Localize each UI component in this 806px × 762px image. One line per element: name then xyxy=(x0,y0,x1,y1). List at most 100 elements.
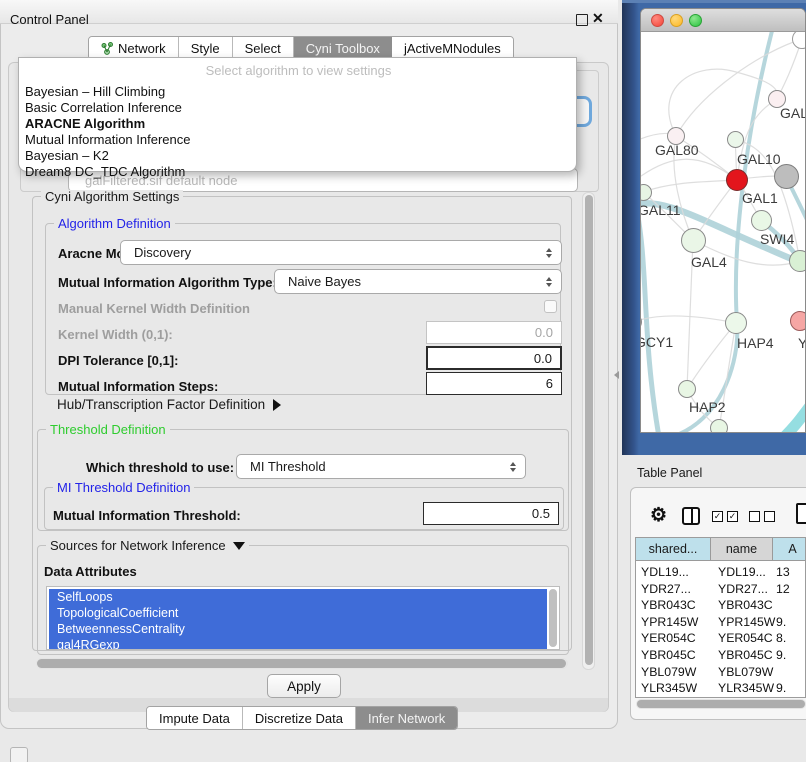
aracne-mode-value: Discovery xyxy=(121,245,541,260)
algorithm-option[interactable]: Dream8 DC_TDC Algorithm xyxy=(23,164,565,180)
apply-button[interactable]: Apply xyxy=(267,674,341,698)
threshold-definition-title: Threshold Definition xyxy=(46,422,170,437)
network-region-topline xyxy=(622,0,806,3)
tab-discretize-data[interactable]: Discretize Data xyxy=(243,707,356,729)
tab-select[interactable]: Select xyxy=(233,37,294,59)
algorithm-option[interactable]: Bayesian – Hill Climbing xyxy=(23,84,565,100)
split-columns-icon[interactable] xyxy=(682,507,700,525)
deselect-all-icon2[interactable] xyxy=(764,511,775,522)
column-header-1[interactable]: shared... xyxy=(636,538,711,561)
tab-impute-data[interactable]: Impute Data xyxy=(147,707,243,729)
manual-kernel-checkbox[interactable] xyxy=(544,300,557,313)
table-cell: YDL19... xyxy=(641,565,689,579)
deselect-all-icon[interactable] xyxy=(749,511,760,522)
cyni-algorithm-settings-title: Cyni Algorithm Settings xyxy=(41,190,183,204)
network-node[interactable] xyxy=(710,419,728,433)
network-node-gal1[interactable] xyxy=(726,169,748,191)
mi-threshold-group-title: MI Threshold Definition xyxy=(53,480,194,495)
algorithm-option[interactable]: Mutual Information Inference xyxy=(23,132,565,148)
attribute-item[interactable]: TopologicalCoefficient xyxy=(49,605,547,621)
kernel-width-field[interactable]: 0.0 xyxy=(426,321,562,344)
table-cell: YBR045C xyxy=(718,648,773,662)
table-cell: 13 xyxy=(776,565,790,579)
settings-vscrollbar-track[interactable] xyxy=(582,192,595,670)
algorithm-option[interactable]: Bayesian – K2 xyxy=(23,148,565,164)
node-table[interactable]: shared...nameAYDL19...YDL19...13YDR27...… xyxy=(635,537,806,698)
attribute-item[interactable]: SelfLoops xyxy=(49,589,547,605)
float-panel-icon[interactable] xyxy=(576,14,588,26)
network-node-label: GAL4 xyxy=(691,254,727,270)
hub-definition-section[interactable]: Hub/Transcription Factor Definition xyxy=(57,397,281,412)
gear-icon[interactable]: ⚙ xyxy=(650,504,667,527)
application-root: Control Panel ✕ NetworkStyleSelectCyni T… xyxy=(0,0,806,762)
minimized-panel-icon[interactable] xyxy=(10,747,28,762)
sources-group-title: Sources for Network Inference xyxy=(50,538,226,553)
tab-jactivemnodules[interactable]: jActiveMNodules xyxy=(392,37,513,59)
settings-vscrollbar-thumb[interactable] xyxy=(585,195,593,665)
table-hscrollbar-thumb[interactable] xyxy=(637,700,805,708)
algorithm-dropdown-list: Select algorithm to view settings Bayesi… xyxy=(18,57,577,172)
network-node-hap4[interactable] xyxy=(725,312,747,334)
new-table-icon[interactable] xyxy=(796,503,806,524)
sources-group-title-row[interactable]: Sources for Network Inference xyxy=(46,538,249,553)
aracne-mode-combo[interactable]: Discovery xyxy=(120,240,562,265)
settings-hscrollbar-track[interactable] xyxy=(36,658,568,669)
network-node-hap2[interactable] xyxy=(678,380,696,398)
table-panel-title: Table Panel xyxy=(637,466,702,480)
close-panel-icon[interactable]: ✕ xyxy=(592,10,604,27)
table-cell: 9. xyxy=(776,681,786,695)
attribute-item[interactable]: BetweennessCentrality xyxy=(49,621,547,637)
network-node[interactable] xyxy=(789,250,805,272)
network-region-shadow xyxy=(622,3,639,455)
attribute-item[interactable]: gal4RGexp xyxy=(49,637,547,650)
kernel-width-label: Kernel Width (0,1): xyxy=(58,327,173,342)
network-node-y[interactable] xyxy=(790,311,805,331)
zoom-window-icon[interactable] xyxy=(689,14,702,27)
splitter-collapse-icon[interactable] xyxy=(614,371,619,379)
network-node-gal4[interactable] xyxy=(681,228,706,253)
mi-steps-field[interactable]: 6 xyxy=(426,372,562,395)
network-window-titlebar[interactable] xyxy=(641,9,805,32)
network-node-label: GAL80 xyxy=(655,142,699,158)
table-cell: YLR345W xyxy=(718,681,774,695)
table-cell: YLR345W xyxy=(641,681,697,695)
settings-scroll-viewport: Cyni Algorithm Settings Algorithm Defini… xyxy=(10,190,598,674)
which-threshold-combo[interactable]: MI Threshold xyxy=(236,454,526,479)
settings-hscrollbar-thumb[interactable] xyxy=(37,659,566,668)
column-header-3[interactable]: A xyxy=(773,538,806,561)
select-all-checked-icon2[interactable]: ✓ xyxy=(727,511,738,522)
algorithm-option[interactable]: Basic Correlation Inference xyxy=(23,100,565,116)
network-node-label: GAL1 xyxy=(742,190,778,206)
table-cell: YDR27... xyxy=(718,582,768,596)
mi-steps-label: Mutual Information Steps: xyxy=(58,379,218,394)
algorithm-option[interactable]: ARACNE Algorithm xyxy=(23,116,565,132)
algorithm-definition-group: Algorithm Definition Aracne Mode: Discov… xyxy=(45,223,561,395)
network-node-gal10[interactable] xyxy=(727,131,744,148)
network-node[interactable] xyxy=(774,164,799,189)
tab-infer-network[interactable]: Infer Network xyxy=(356,707,457,729)
expand-arrow-icon[interactable] xyxy=(273,399,281,411)
mi-type-combo[interactable]: Naive Bayes xyxy=(274,269,562,294)
collapse-arrow-icon[interactable] xyxy=(233,542,245,550)
select-all-checked-icon[interactable]: ✓ xyxy=(712,511,723,522)
table-hscrollbar-track[interactable] xyxy=(636,699,806,709)
minimize-window-icon[interactable] xyxy=(670,14,683,27)
tab-cyni-toolbox[interactable]: Cyni Toolbox xyxy=(294,37,392,59)
network-canvas[interactable]: GALGAL80GAL10GAL1GAL11SWI4GAL4GCY1HAP4YH… xyxy=(641,32,805,433)
tab-label: Cyni Toolbox xyxy=(306,41,380,56)
tab-style[interactable]: Style xyxy=(179,37,233,59)
mi-threshold-label: Mutual Information Threshold: xyxy=(53,508,241,523)
network-window[interactable]: GALGAL80GAL10GAL1GAL11SWI4GAL4GCY1HAP4YH… xyxy=(640,8,806,433)
mi-threshold-field[interactable]: 0.5 xyxy=(423,502,559,525)
close-window-icon[interactable] xyxy=(651,14,664,27)
network-view-background: GALGAL80GAL10GAL1GAL11SWI4GAL4GCY1HAP4YH… xyxy=(622,0,806,455)
attribute-list-scrollbar[interactable] xyxy=(549,589,557,647)
column-header-2[interactable]: name xyxy=(711,538,773,561)
data-attributes-list[interactable]: SelfLoopsTopologicalCoefficientBetweenne… xyxy=(46,586,560,650)
dpi-tolerance-field[interactable]: 0.0 xyxy=(426,346,562,370)
network-node-swi4[interactable] xyxy=(751,210,772,231)
network-node-label: SWI4 xyxy=(760,231,794,247)
network-node-gal11[interactable] xyxy=(641,184,652,201)
tab-network[interactable]: Network xyxy=(89,37,179,59)
control-panel-titlebar xyxy=(0,0,618,24)
